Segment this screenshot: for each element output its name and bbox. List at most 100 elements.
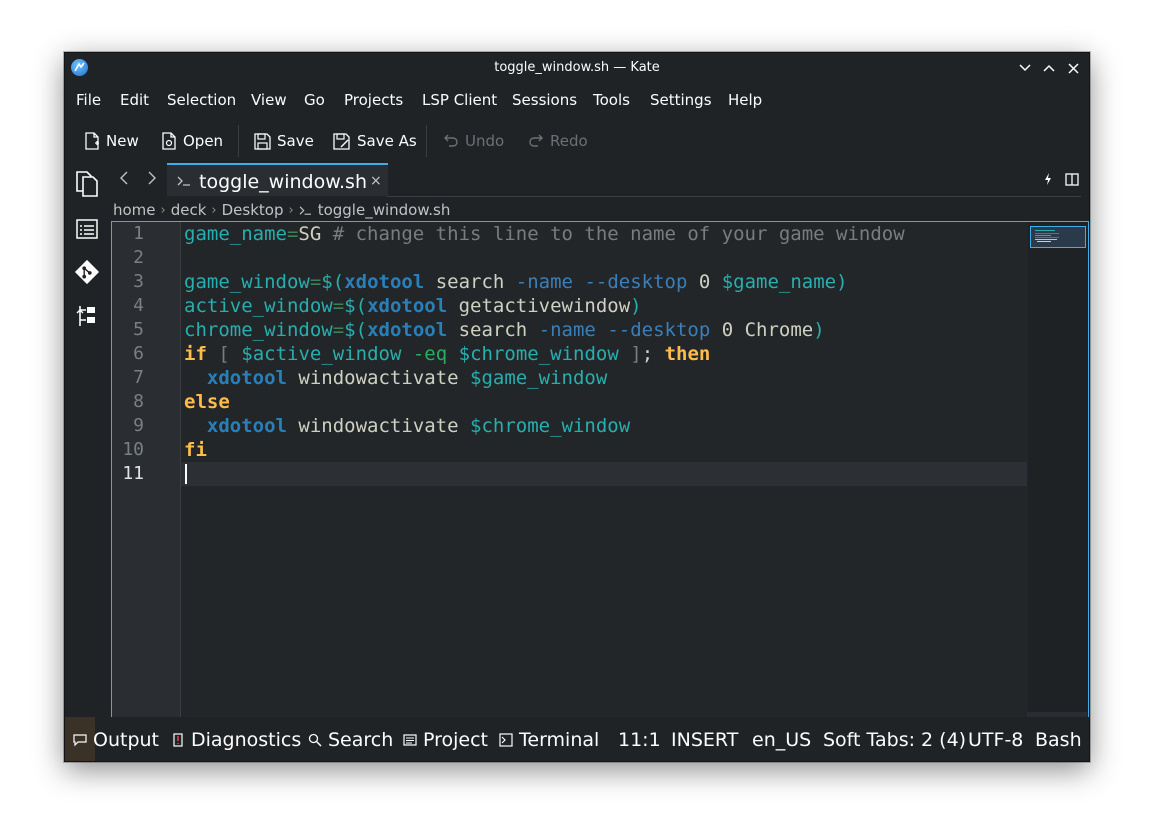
code-token: then xyxy=(664,343,711,365)
split-view-button[interactable] xyxy=(1065,171,1079,190)
code-token: = xyxy=(332,295,345,317)
redo-button[interactable]: Redo xyxy=(528,129,588,153)
code-token: xdotool xyxy=(344,271,425,293)
tab-scroll-left-button[interactable] xyxy=(119,170,129,189)
code-token: search xyxy=(447,319,539,341)
output-panel-button[interactable]: Output xyxy=(73,729,159,751)
git-panel-button[interactable] xyxy=(74,259,100,285)
code-token: xdotool xyxy=(367,319,448,341)
undo-icon xyxy=(444,134,458,147)
menu-view[interactable]: View xyxy=(251,91,287,109)
cursor-position[interactable]: 11:1 xyxy=(618,729,661,751)
project-panel-button[interactable]: Project xyxy=(403,729,488,751)
save-as-button[interactable]: Save As xyxy=(333,129,417,153)
menu-edit[interactable]: Edit xyxy=(120,91,149,109)
line-number: 8 xyxy=(133,391,144,412)
syntax-mode[interactable]: Bash xyxy=(1035,729,1082,751)
code-token: windowactivate xyxy=(286,415,470,437)
terminal-panel-button[interactable]: Terminal xyxy=(499,729,599,751)
diagnostics-panel-button[interactable]: Diagnostics xyxy=(171,729,301,751)
code-token: game_name xyxy=(184,223,287,245)
open-button[interactable]: Open xyxy=(161,129,223,153)
code-token: $active_window xyxy=(241,343,402,365)
code-token: $( xyxy=(344,319,368,341)
menu-lsp-client[interactable]: LSP Client xyxy=(422,91,497,109)
code-token: search xyxy=(424,271,516,293)
line-number: 4 xyxy=(133,295,144,316)
chevron-up-icon xyxy=(1043,64,1055,72)
file-encoding[interactable]: UTF-8 xyxy=(968,729,1023,751)
save-button-label: Save xyxy=(277,132,314,150)
documents-panel-button[interactable] xyxy=(74,171,100,197)
menu-go[interactable]: Go xyxy=(304,91,325,109)
lightning-icon xyxy=(1045,173,1051,185)
save-icon xyxy=(254,132,271,150)
code-line[interactable]: xdotool windowactivate $chrome_window xyxy=(184,414,630,438)
minimap[interactable] xyxy=(1028,222,1088,712)
menu-tools[interactable]: Tools xyxy=(593,91,630,109)
line-number: 9 xyxy=(133,415,144,436)
minimap-viewport[interactable] xyxy=(1030,226,1086,248)
breadcrumb-item-desktop[interactable]: Desktop xyxy=(222,201,284,219)
indentation-settings[interactable]: Soft Tabs: 2 (4) xyxy=(823,729,966,751)
code-token: fi xyxy=(184,439,207,461)
chat-bubble-icon xyxy=(73,734,87,747)
window-title: toggle_window.sh — Kate xyxy=(494,60,660,75)
search-panel-button[interactable]: Search xyxy=(308,729,393,751)
chevron-right-icon: › xyxy=(288,202,294,218)
search-icon xyxy=(308,733,322,747)
title-bar: toggle_window.sh — Kate xyxy=(65,53,1089,82)
code-line[interactable]: game_window=$(xdotool search -name --des… xyxy=(184,270,848,294)
terminal-file-icon xyxy=(299,205,311,215)
code-line[interactable]: active_window=$(xdotool getactivewindow) xyxy=(184,294,642,318)
code-token: = xyxy=(332,319,345,341)
code-line[interactable]: else xyxy=(184,390,230,414)
save-as-button-label: Save As xyxy=(357,132,417,150)
quick-open-button[interactable] xyxy=(1043,171,1053,190)
documents-icon xyxy=(76,171,98,197)
code-token: = xyxy=(309,271,322,293)
menu-help[interactable]: Help xyxy=(728,91,762,109)
code-token: $chrome_window xyxy=(470,415,631,437)
line-number: 7 xyxy=(133,367,144,388)
close-window-button[interactable] xyxy=(1063,58,1083,78)
undo-button[interactable]: Undo xyxy=(443,129,504,153)
menu-projects[interactable]: Projects xyxy=(344,91,403,109)
menu-selection[interactable]: Selection xyxy=(167,91,236,109)
save-as-icon xyxy=(333,132,350,150)
undo-button-label: Undo xyxy=(465,132,505,150)
symbols-panel-button[interactable] xyxy=(74,216,100,242)
code-editor[interactable]: 1 2 3 4 5 6 7 8 9 10 11 game_name=SG # change this… xyxy=(111,221,1089,720)
breadcrumb-item-file[interactable]: toggle_window.sh xyxy=(318,201,451,219)
menu-file[interactable]: File xyxy=(76,91,101,109)
save-button[interactable]: Save xyxy=(254,129,314,153)
minimize-button[interactable] xyxy=(1015,58,1035,78)
search-label: Search xyxy=(328,729,394,751)
new-button-label: New xyxy=(106,132,139,150)
code-token: 0 xyxy=(687,271,722,293)
code-line[interactable]: chrome_window=$(xdotool search -name --d… xyxy=(184,318,825,342)
projects-panel-button[interactable] xyxy=(74,303,100,329)
menu-sessions[interactable]: Sessions xyxy=(512,91,577,109)
menu-settings[interactable]: Settings xyxy=(650,91,712,109)
tab-close-button[interactable]: × xyxy=(370,173,382,189)
code-token: else xyxy=(184,391,230,413)
maximize-button[interactable] xyxy=(1039,58,1059,78)
code-line[interactable]: if [ $active_window -eq $chrome_window ]… xyxy=(184,342,710,366)
input-mode[interactable]: INSERT xyxy=(671,729,738,751)
code-token: game_window xyxy=(184,271,310,293)
tab-toggle-window-sh[interactable]: toggle_window.sh × xyxy=(167,163,388,196)
tab-scroll-right-button[interactable] xyxy=(147,170,157,189)
code-line[interactable]: xdotool windowactivate $game_window xyxy=(184,366,607,390)
new-button[interactable]: New xyxy=(84,129,139,153)
spellcheck-language[interactable]: en_US xyxy=(752,729,811,751)
breadcrumb-item-home[interactable]: home xyxy=(113,201,156,219)
code-line[interactable]: fi xyxy=(184,438,207,462)
code-line[interactable]: game_name=SG # change this line to the n… xyxy=(184,222,905,246)
terminal-icon xyxy=(499,733,513,747)
code-token: ) xyxy=(630,295,642,317)
breadcrumb-item-deck[interactable]: deck xyxy=(171,201,207,219)
